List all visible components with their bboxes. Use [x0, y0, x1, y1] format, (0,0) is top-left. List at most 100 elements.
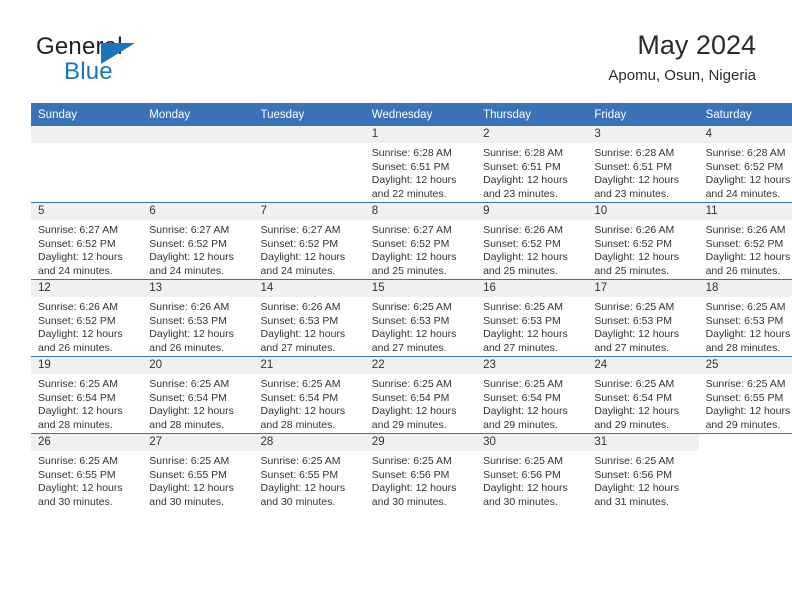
day-details: Sunrise: 6:25 AM Sunset: 6:56 PM Daylight:…: [476, 451, 587, 509]
day-details: Sunrise: 6:26 AM Sunset: 6:53 PM Daylight:…: [142, 297, 253, 355]
sunrise-text: Sunrise: 6:26 AM: [483, 224, 564, 236]
day-number: 15: [364, 280, 477, 297]
location-subtitle: Apomu, Osun, Nigeria: [608, 67, 756, 84]
daylight-text-cont: and 28 minutes.: [705, 341, 781, 354]
calendar-day-cell[interactable]: 10 Sunrise: 6:26 AM Sunset: 6:52 PM Dayligh…: [587, 202, 699, 280]
daylight-text: Daylight: 12 hours: [38, 328, 123, 341]
calendar-day-cell[interactable]: 15 Sunrise: 6:25 AM Sunset: 6:53 PM Dayligh…: [364, 279, 477, 357]
calendar-day-cell[interactable]: 19 Sunrise: 6:25 AM Sunset: 6:54 PM Dayligh…: [31, 356, 143, 434]
sunset-text: Sunset: 6:56 PM: [594, 468, 672, 481]
calendar-day-cell[interactable]: 16 Sunrise: 6:25 AM Sunset: 6:53 PM Dayligh…: [476, 279, 588, 357]
day-details: Sunrise: 6:25 AM Sunset: 6:55 PM Daylight:…: [31, 451, 142, 509]
calendar-day-cell[interactable]: 25 Sunrise: 6:25 AM Sunset: 6:55 PM Dayligh…: [698, 356, 792, 434]
day-details: Sunrise: 6:25 AM Sunset: 6:54 PM Daylight:…: [31, 374, 142, 432]
sunset-text: Sunset: 6:54 PM: [38, 391, 116, 404]
calendar-day-cell[interactable]: 22 Sunrise: 6:25 AM Sunset: 6:54 PM Dayligh…: [364, 356, 477, 434]
calendar-head: Sunday Monday Tuesday Wednesday Thursday Frid…: [31, 103, 792, 126]
weekday-header-row: Sunday Monday Tuesday Wednesday Thursday Frid…: [31, 103, 792, 126]
sunrise-text: Sunrise: 6:26 AM: [705, 224, 786, 236]
calendar-day-cell[interactable]: 4 Sunrise: 6:28 AM Sunset: 6:52 PM Daylight…: [698, 126, 792, 203]
calendar-day-cell[interactable]: 8 Sunrise: 6:27 AM Sunset: 6:52 PM Daylight…: [364, 202, 477, 280]
calendar-day-cell[interactable]: 5 Sunrise: 6:27 AM Sunset: 6:52 PM Daylight…: [31, 202, 143, 280]
day-details: Sunrise: 6:28 AM Sunset: 6:51 PM Daylight:…: [476, 143, 587, 201]
day-details: Sunrise: 6:27 AM Sunset: 6:52 PM Daylight:…: [142, 220, 253, 278]
day-details: Sunrise: 6:25 AM Sunset: 6:54 PM Daylight:…: [254, 374, 365, 432]
daylight-text-cont: and 27 minutes.: [483, 341, 558, 354]
sunset-text: Sunset: 6:53 PM: [260, 314, 339, 327]
sunset-text: Sunset: 6:55 PM: [38, 468, 116, 481]
daylight-text-cont: and 25 minutes.: [594, 264, 670, 277]
calendar-day-cell[interactable]: 13 Sunrise: 6:26 AM Sunset: 6:53 PM Dayligh…: [142, 279, 254, 357]
sunrise-text: Sunrise: 6:27 AM: [371, 224, 452, 236]
day-number: 22: [364, 357, 477, 374]
calendar-day-cell[interactable]: 24 Sunrise: 6:25 AM Sunset: 6:54 PM Dayligh…: [587, 356, 699, 434]
day-details: Sunrise: 6:28 AM Sunset: 6:51 PM Daylight:…: [365, 143, 476, 201]
day-number: 10: [587, 203, 699, 220]
calendar-day-cell[interactable]: 21 Sunrise: 6:25 AM Sunset: 6:54 PM Dayligh…: [253, 356, 365, 434]
calendar-empty-cell: [142, 126, 254, 203]
calendar-day-cell[interactable]: 3 Sunrise: 6:28 AM Sunset: 6:51 PM Daylight…: [587, 126, 699, 203]
sunrise-text: Sunrise: 6:25 AM: [371, 378, 452, 390]
calendar-day-cell[interactable]: 23 Sunrise: 6:25 AM Sunset: 6:54 PM Dayligh…: [476, 356, 588, 434]
daylight-text-cont: and 29 minutes.: [594, 418, 670, 431]
sunrise-text: Sunrise: 6:27 AM: [149, 224, 230, 236]
calendar-day-cell[interactable]: 17 Sunrise: 6:25 AM Sunset: 6:53 PM Dayligh…: [587, 279, 699, 357]
day-number: 17: [587, 280, 699, 297]
calendar-day-cell[interactable]: 30 Sunrise: 6:25 AM Sunset: 6:56 PM Dayligh…: [476, 433, 588, 510]
calendar-day-cell[interactable]: 28 Sunrise: 6:25 AM Sunset: 6:55 PM Dayligh…: [253, 433, 365, 510]
sunset-text: Sunset: 6:56 PM: [483, 468, 561, 481]
logo-text-blue: Blue: [64, 58, 113, 85]
day-details: Sunrise: 6:27 AM Sunset: 6:52 PM Daylight:…: [254, 220, 365, 278]
calendar-day-cell[interactable]: 6 Sunrise: 6:27 AM Sunset: 6:52 PM Daylight…: [142, 202, 254, 280]
sunset-text: Sunset: 6:55 PM: [149, 468, 227, 481]
calendar-day-cell[interactable]: 14 Sunrise: 6:26 AM Sunset: 6:53 PM Dayligh…: [253, 279, 365, 357]
daylight-text-cont: and 24 minutes.: [260, 264, 336, 277]
calendar-day-cell[interactable]: 7 Sunrise: 6:27 AM Sunset: 6:52 PM Daylight…: [253, 202, 365, 280]
daylight-text: Daylight: 12 hours: [594, 251, 679, 264]
calendar-day-cell[interactable]: 2 Sunrise: 6:28 AM Sunset: 6:51 PM Daylight…: [476, 126, 588, 203]
calendar-day-cell[interactable]: 27 Sunrise: 6:25 AM Sunset: 6:55 PM Dayligh…: [142, 433, 254, 510]
sunrise-text: Sunrise: 6:26 AM: [594, 224, 675, 236]
calendar-empty-cell: [31, 126, 143, 203]
calendar-day-cell[interactable]: 9 Sunrise: 6:26 AM Sunset: 6:52 PM Daylight…: [476, 202, 588, 280]
sunset-text: Sunset: 6:56 PM: [371, 468, 450, 481]
calendar-day-cell[interactable]: 31 Sunrise: 6:25 AM Sunset: 6:56 PM Dayligh…: [587, 433, 699, 510]
day-details: Sunrise: 6:25 AM Sunset: 6:55 PM Daylight:…: [254, 451, 365, 509]
sunset-text: Sunset: 6:51 PM: [483, 160, 561, 173]
daylight-text-cont: and 27 minutes.: [594, 341, 670, 354]
day-number: 1: [364, 126, 477, 143]
sunrise-text: Sunrise: 6:25 AM: [594, 455, 675, 467]
calendar-day-cell[interactable]: 12 Sunrise: 6:26 AM Sunset: 6:52 PM Dayligh…: [31, 279, 143, 357]
daylight-text: Daylight: 12 hours: [149, 251, 234, 264]
daylight-text-cont: and 22 minutes.: [371, 187, 447, 200]
calendar-day-cell[interactable]: 20 Sunrise: 6:25 AM Sunset: 6:54 PM Dayligh…: [142, 356, 254, 434]
sunset-text: Sunset: 6:52 PM: [594, 237, 672, 250]
daylight-text: Daylight: 12 hours: [38, 405, 123, 418]
day-number: 3: [587, 126, 699, 143]
sunrise-text: Sunrise: 6:28 AM: [483, 147, 564, 159]
sunrise-text: Sunrise: 6:25 AM: [371, 301, 452, 313]
calendar-day-cell[interactable]: 18 Sunrise: 6:25 AM Sunset: 6:53 PM Dayligh…: [698, 279, 792, 357]
sunrise-text: Sunrise: 6:25 AM: [260, 455, 341, 467]
calendar-day-cell[interactable]: 29 Sunrise: 6:25 AM Sunset: 6:56 PM Dayligh…: [364, 433, 477, 510]
day-number: 14: [253, 280, 365, 297]
daylight-text: Daylight: 12 hours: [483, 328, 568, 341]
sunset-text: Sunset: 6:51 PM: [371, 160, 450, 173]
daylight-text-cont: and 23 minutes.: [594, 187, 670, 200]
sunrise-text: Sunrise: 6:27 AM: [260, 224, 341, 236]
calendar-day-cell[interactable]: 11 Sunrise: 6:26 AM Sunset: 6:52 PM Dayligh…: [698, 202, 792, 280]
day-details: Sunrise: 6:25 AM Sunset: 6:54 PM Daylight:…: [476, 374, 587, 432]
calendar-day-cell[interactable]: 26 Sunrise: 6:25 AM Sunset: 6:55 PM Dayligh…: [31, 433, 143, 510]
calendar-week-row: 12 Sunrise: 6:26 AM Sunset: 6:52 PM Dayligh…: [31, 279, 792, 357]
general-blue-logo[interactable]: General Blue: [36, 33, 296, 89]
sunset-text: Sunset: 6:52 PM: [260, 237, 339, 250]
calendar-week-row: 1 Sunrise: 6:28 AM Sunset: 6:51 PM Daylight…: [31, 126, 792, 203]
daylight-text-cont: and 27 minutes.: [371, 341, 447, 354]
weekday-header-monday: Monday: [142, 103, 254, 126]
day-details: Sunrise: 6:25 AM Sunset: 6:55 PM Daylight:…: [142, 451, 253, 509]
calendar-empty-cell: [253, 126, 365, 203]
day-details: Sunrise: 6:25 AM Sunset: 6:56 PM Daylight:…: [365, 451, 476, 509]
daylight-text-cont: and 29 minutes.: [371, 418, 447, 431]
daylight-text-cont: and 23 minutes.: [483, 187, 558, 200]
calendar-day-cell[interactable]: 1 Sunrise: 6:28 AM Sunset: 6:51 PM Daylight…: [364, 126, 477, 203]
